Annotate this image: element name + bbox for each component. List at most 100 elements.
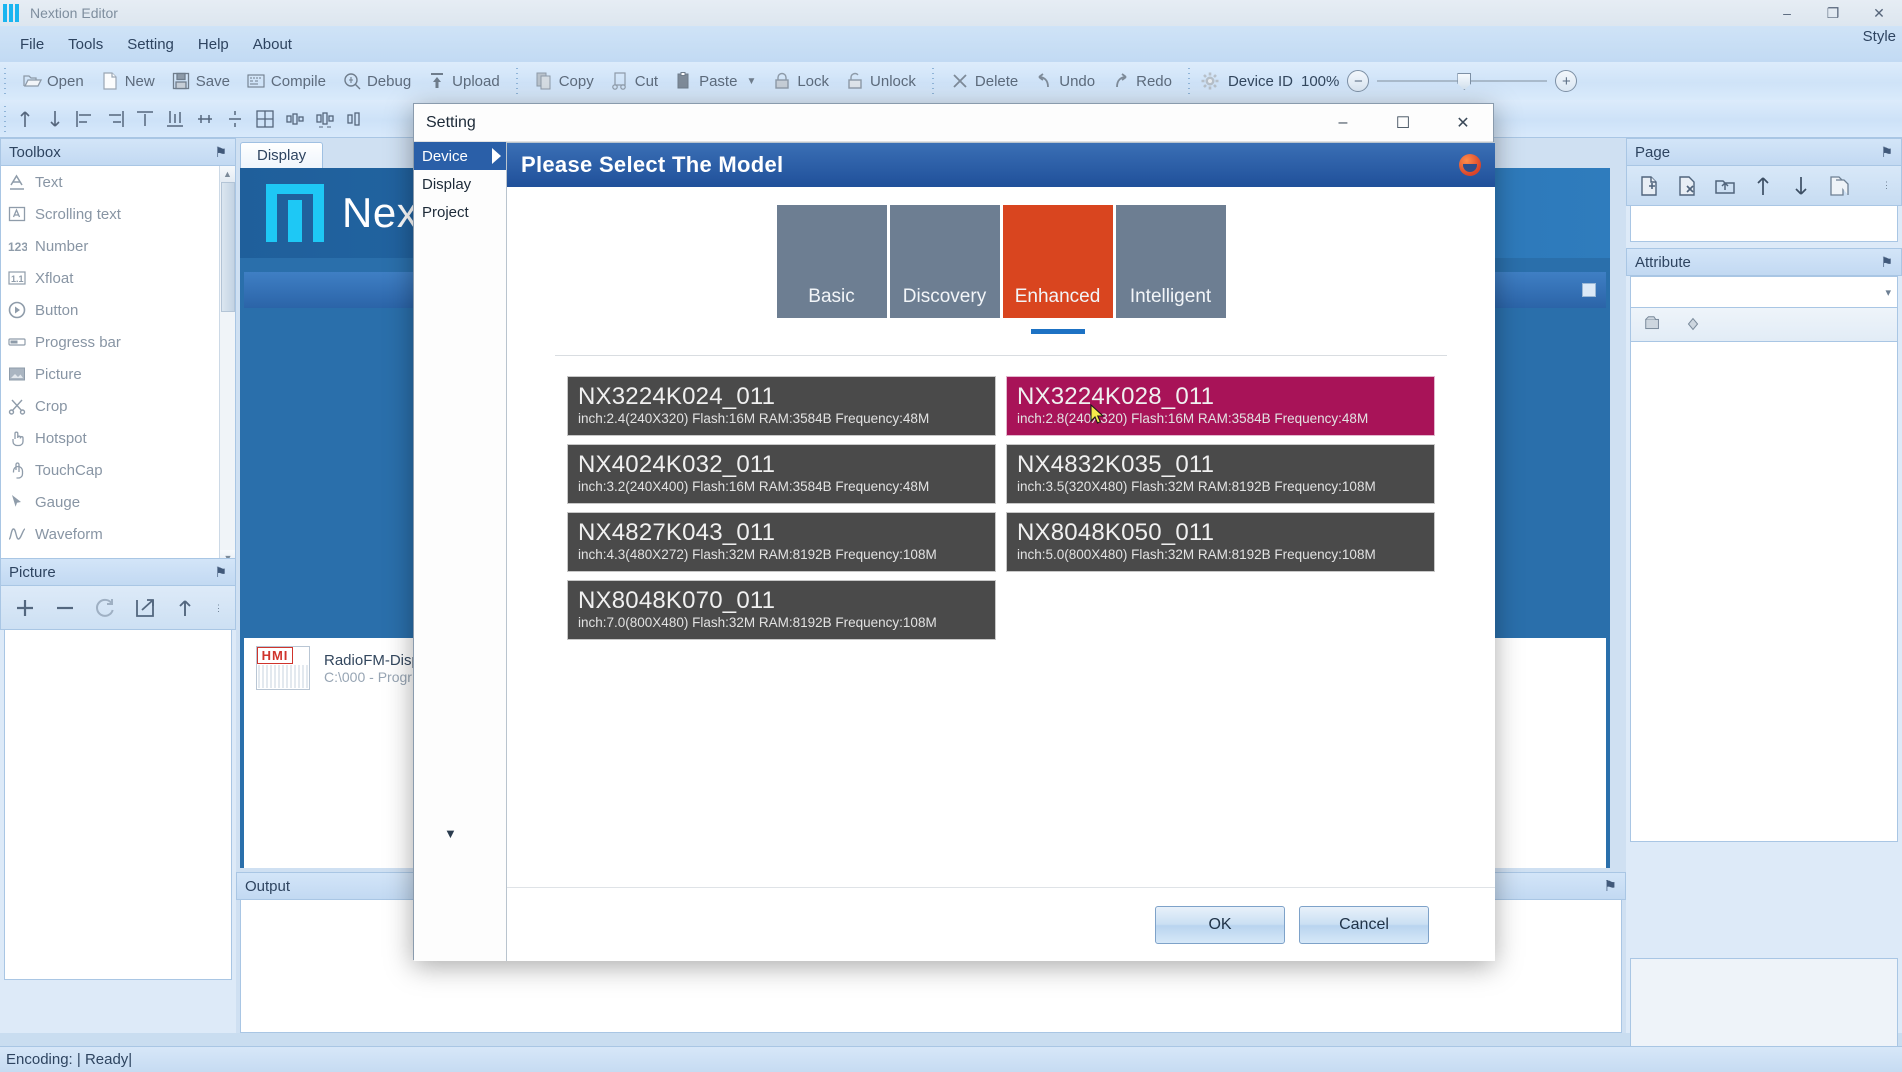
page-list[interactable] xyxy=(1630,206,1898,242)
model-item[interactable]: NX4827K043_011 inch:4.3(480X272) Flash:3… xyxy=(567,512,996,572)
model-item[interactable]: NX3224K024_011 inch:2.4(240X320) Flash:1… xyxy=(567,376,996,436)
zoom-in-button[interactable]: + xyxy=(1555,70,1578,92)
debug-button[interactable]: Debug xyxy=(334,68,419,94)
refresh-icon[interactable] xyxy=(93,596,117,620)
category-enhanced[interactable]: Enhanced xyxy=(1002,205,1113,334)
toolbox-item-picture[interactable]: Picture xyxy=(1,358,235,390)
cancel-button[interactable]: Cancel xyxy=(1299,905,1429,944)
upload-button[interactable]: Upload xyxy=(419,68,508,94)
ok-button[interactable]: OK xyxy=(1155,905,1285,944)
pin-icon[interactable]: ⚑ xyxy=(1604,877,1617,895)
dialog-minimize-button[interactable]: – xyxy=(1313,104,1373,142)
close-button[interactable]: ✕ xyxy=(1856,0,1902,26)
category-basic[interactable]: Basic xyxy=(776,205,887,318)
scrollbar-thumb[interactable] xyxy=(221,182,235,312)
model-item[interactable]: NX4832K035_011 inch:3.5(320X480) Flash:3… xyxy=(1006,444,1435,504)
lock-button[interactable]: Lock xyxy=(764,68,837,94)
model-item[interactable]: NX8048K070_011 inch:7.0(800X480) Flash:3… xyxy=(567,580,996,640)
align-top-icon[interactable] xyxy=(10,106,40,132)
nav-item-device[interactable]: Device xyxy=(414,142,506,170)
picture-tools-overflow[interactable]: ⋮ xyxy=(214,603,223,612)
copy-page-icon[interactable] xyxy=(1827,174,1851,198)
distribute-vertical-icon[interactable] xyxy=(160,106,190,132)
spacing-decrease-icon[interactable] xyxy=(340,106,370,132)
redo-button[interactable]: Redo xyxy=(1103,68,1180,94)
menu-item-tools[interactable]: Tools xyxy=(56,32,115,57)
dialog-close-button[interactable]: ✕ xyxy=(1433,104,1493,142)
toolbox-item-hotspot[interactable]: Hotspot xyxy=(1,422,235,454)
menu-item-setting[interactable]: Setting xyxy=(115,32,186,57)
pin-icon[interactable]: ⚑ xyxy=(214,564,227,581)
align-left-icon[interactable] xyxy=(70,106,100,132)
align-right-icon[interactable] xyxy=(100,106,130,132)
toolbox-item-waveform[interactable]: Waveform xyxy=(1,518,235,550)
menu-item-help[interactable]: Help xyxy=(186,32,241,57)
import-page-icon[interactable] xyxy=(1713,174,1737,198)
align-middle-icon[interactable] xyxy=(190,106,220,132)
tab-display[interactable]: Display xyxy=(240,142,324,168)
attribute-selector[interactable]: ▾ xyxy=(1630,276,1898,308)
toolbox-item-crop[interactable]: Crop xyxy=(1,390,235,422)
toolbox-item-button[interactable]: Button xyxy=(1,294,235,326)
spacing-equal-icon[interactable] xyxy=(220,106,250,132)
nav-collapse-arrow-icon[interactable]: ▼ xyxy=(444,826,457,841)
toolbox-item-touchcap[interactable]: TouchCap xyxy=(1,454,235,486)
model-item-selected[interactable]: NX3224K028_011 inch:2.8(240X320) Flash:1… xyxy=(1006,376,1435,436)
model-item[interactable]: NX8048K050_011 inch:5.0(800X480) Flash:3… xyxy=(1006,512,1435,572)
delete-page-icon[interactable] xyxy=(1675,174,1699,198)
copy-button[interactable]: Copy xyxy=(526,68,602,94)
picture-list[interactable] xyxy=(4,630,232,980)
nav-item-project[interactable]: Project xyxy=(414,198,506,226)
toolbox-item-progress-bar[interactable]: Progress bar xyxy=(1,326,235,358)
align-bottom-icon[interactable] xyxy=(40,106,70,132)
edit-icon[interactable] xyxy=(133,596,157,620)
undo-button[interactable]: Undo xyxy=(1026,68,1103,94)
toolbox-scrollbar[interactable]: ▲ ▼ xyxy=(219,166,235,566)
move-down-icon[interactable] xyxy=(1789,174,1813,198)
spacing-horizontal-icon[interactable] xyxy=(280,106,310,132)
zoom-slider[interactable] xyxy=(1377,70,1548,92)
category-discovery[interactable]: Discovery xyxy=(889,205,1000,318)
scroll-up-arrow-icon[interactable]: ▲ xyxy=(220,166,235,182)
move-up-icon[interactable] xyxy=(1751,174,1775,198)
grid-icon[interactable] xyxy=(250,106,280,132)
style-menu[interactable]: Style xyxy=(1863,28,1896,45)
chevron-down-icon[interactable]: ▾ xyxy=(1885,286,1891,299)
model-item[interactable]: NX4024K032_011 inch:3.2(240X400) Flash:1… xyxy=(567,444,996,504)
move-up-icon[interactable] xyxy=(173,596,197,620)
toolbox-item-number[interactable]: 123 Number xyxy=(1,230,235,262)
unlock-button[interactable]: Unlock xyxy=(837,68,924,94)
remove-icon[interactable] xyxy=(53,596,77,620)
delete-button[interactable]: Delete xyxy=(942,68,1026,94)
attribute-grid[interactable] xyxy=(1630,342,1898,842)
pin-icon[interactable]: ⚑ xyxy=(1880,144,1893,161)
dialog-maximize-button[interactable]: ☐ xyxy=(1373,104,1433,142)
menu-item-about[interactable]: About xyxy=(241,32,304,57)
add-icon[interactable] xyxy=(13,596,37,620)
save-button[interactable]: Save xyxy=(163,68,238,94)
pin-icon[interactable]: ⚑ xyxy=(214,144,227,161)
toolbox-item-xfloat[interactable]: 1.1 Xfloat xyxy=(1,262,235,294)
toolbox-item-text[interactable]: Text xyxy=(1,166,235,198)
spacing-increase-icon[interactable] xyxy=(310,106,340,132)
zoom-out-button[interactable]: − xyxy=(1347,70,1370,92)
nav-item-display[interactable]: Display xyxy=(414,170,506,198)
toolbox-item-scrolling-text[interactable]: Scrolling text xyxy=(1,198,235,230)
paste-dropdown-caret-icon[interactable]: ▼ xyxy=(746,76,756,87)
align-center-vertical-icon[interactable] xyxy=(130,106,160,132)
paste-button[interactable]: Paste ▼ xyxy=(666,68,764,94)
cut-button[interactable]: Cut xyxy=(602,68,666,94)
add-page-icon[interactable] xyxy=(1637,174,1661,198)
pin-icon[interactable]: ⚑ xyxy=(1880,254,1893,271)
property-view-icon[interactable] xyxy=(1683,314,1705,336)
maximize-button[interactable]: ❐ xyxy=(1810,0,1856,26)
zoom-slider-thumb[interactable] xyxy=(1457,73,1472,90)
toolbox-item-gauge[interactable]: Gauge xyxy=(1,486,235,518)
page-tools-overflow[interactable]: ⋮ xyxy=(1882,180,1891,191)
open-button[interactable]: Open xyxy=(14,68,92,94)
minimize-button[interactable]: – xyxy=(1764,0,1810,26)
category-view-icon[interactable] xyxy=(1643,314,1665,336)
menu-item-file[interactable]: File xyxy=(8,32,56,57)
collapse-icon[interactable] xyxy=(1582,283,1596,297)
new-button[interactable]: New xyxy=(92,68,163,94)
